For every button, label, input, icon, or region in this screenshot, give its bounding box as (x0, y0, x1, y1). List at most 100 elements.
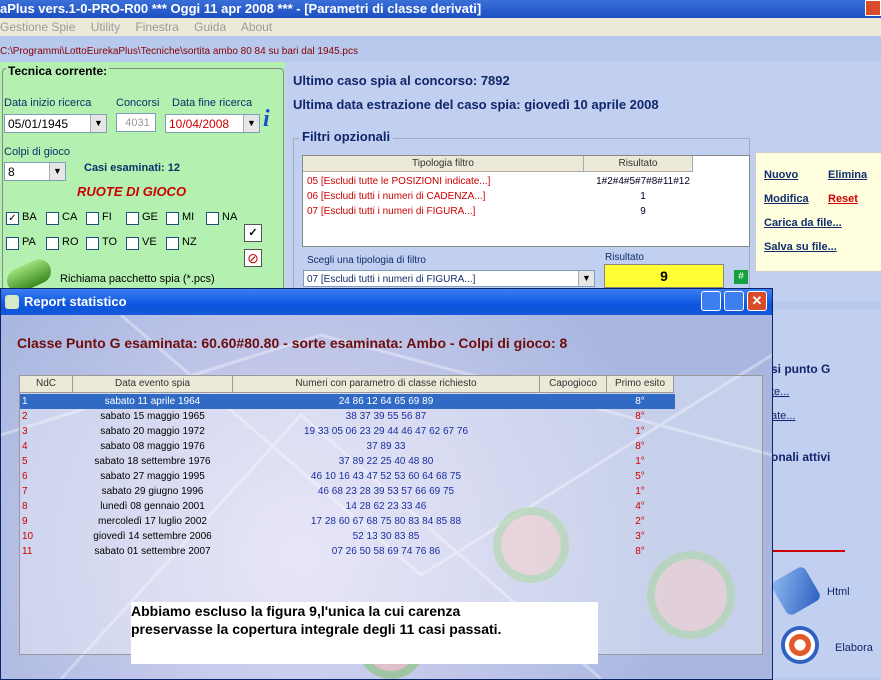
menu-about[interactable]: About (241, 20, 272, 34)
data-fine-label: Data fine ricerca (172, 97, 253, 109)
col-primo-esito[interactable]: Primo esito (607, 376, 674, 393)
ultima-data-text: Ultima data estrazione del caso spia: gi… (293, 97, 659, 112)
elabora-icon[interactable] (781, 626, 819, 664)
actions-panel: Nuovo Elimina Modifica Reset Carica da f… (755, 152, 881, 272)
filtri-heading: Filtri opzionali (299, 129, 394, 144)
cell-esito: 8° (635, 396, 645, 407)
table-row[interactable]: 4 sabato 08 maggio 1976 37 89 33 8° (20, 439, 675, 454)
ultimo-caso-text: Ultimo caso spia al concorso: 7892 (293, 73, 510, 88)
risultato-field[interactable]: 9 (604, 264, 724, 288)
filtro-row-tipo[interactable]: 05 [Escludi tutte le POSIZIONI indicate.… (307, 176, 490, 187)
info-icon[interactable]: i (263, 106, 281, 132)
ruota-label: MI (182, 211, 195, 223)
maximize-button[interactable] (724, 291, 744, 311)
ruota-checkbox-pa[interactable] (6, 237, 19, 250)
nuovo-link[interactable]: Nuovo (764, 169, 798, 181)
cell-data: sabato 01 settembre 2007 (94, 546, 211, 557)
cell-data: sabato 11 aprile 1964 (104, 396, 201, 407)
col-data[interactable]: Data evento spia (73, 376, 233, 393)
elimina-link[interactable]: Elimina (828, 169, 867, 181)
carica-link[interactable]: Carica da file... (764, 217, 842, 229)
cell-data: giovedì 14 settembre 2006 (93, 531, 212, 542)
chevron-down-icon[interactable]: ▼ (90, 115, 106, 132)
cell-numeri: 37 89 22 25 40 48 80 (338, 456, 434, 467)
html-label[interactable]: Html (827, 586, 850, 598)
chevron-down-icon[interactable]: ▼ (578, 271, 594, 286)
menu-finestra[interactable]: Finestra (135, 20, 178, 34)
table-row[interactable]: 9 mercoledì 17 luglio 2002 17 28 60 67 68 … (20, 514, 675, 529)
table-row[interactable]: 1 sabato 11 aprile 1964 24 86 12 64 65 69 … (20, 394, 675, 409)
ruota-checkbox-fi[interactable] (86, 212, 99, 225)
side-link-2[interactable]: ate... (771, 410, 795, 422)
col-risultato: Risultato (584, 156, 693, 172)
data-inizio-combo[interactable]: 05/01/1945 ▼ (4, 114, 107, 133)
table-row[interactable]: 8 lunedì 08 gennaio 2001 14 28 62 23 33 46… (20, 499, 675, 514)
filtro-row-tipo[interactable]: 07 [Escludi tutti i numeri di FIGURA...] (307, 206, 475, 217)
menu-guida[interactable]: Guida (194, 20, 226, 34)
ruota-checkbox-ca[interactable] (46, 212, 59, 225)
data-fine-combo[interactable]: 10/04/2008 ▼ (165, 114, 260, 133)
table-row[interactable]: 10 giovedì 14 settembre 2006 52 13 30 83 8… (20, 529, 675, 544)
scegli-combo[interactable]: 07 [Escludi tutti i numeri di FIGURA...]… (303, 270, 595, 287)
side-link-1[interactable]: te... (771, 386, 789, 398)
ruota-checkbox-ve[interactable] (126, 237, 139, 250)
scegli-label: Scegli una tipologia di filtro (307, 255, 426, 266)
filtro-row-tipo[interactable]: 06 [Escludi tutti i numeri di CADENZA...… (307, 191, 485, 202)
clear-all-icon[interactable]: ⊘ (244, 249, 262, 267)
ruota-label: FI (102, 211, 112, 223)
cell-ndc: 3 (22, 426, 28, 437)
ruota-checkbox-ge[interactable] (126, 212, 139, 225)
table-row[interactable]: 6 sabato 27 maggio 1995 46 10 16 43 47 52 … (20, 469, 675, 484)
table-row[interactable]: 7 sabato 29 giugno 1996 46 68 23 28 39 53 … (20, 484, 675, 499)
data-inizio-label: Data inizio ricerca (4, 97, 92, 109)
table-row[interactable]: 11 sabato 01 settembre 2007 07 26 50 58 69… (20, 544, 675, 559)
filtri-table: Tipologia filtro Risultato 05 [Escludi t… (302, 155, 750, 247)
ruota-label: PA (22, 236, 36, 248)
cell-data: sabato 18 settembre 1976 (94, 456, 211, 467)
ruota-checkbox-to[interactable] (86, 237, 99, 250)
cell-ndc: 4 (22, 441, 28, 452)
hash-button[interactable]: # (734, 270, 748, 284)
app-title: aPlus vers.1-0-PRO-R00 *** Oggi 11 apr 2… (0, 1, 482, 16)
ruota-checkbox-ba[interactable]: ✓ (6, 212, 19, 225)
minimize-button[interactable] (701, 291, 721, 311)
menu-gestione-spie[interactable]: Gestione Spie (0, 20, 75, 34)
ruota-checkbox-mi[interactable] (166, 212, 179, 225)
cell-ndc: 9 (22, 516, 28, 527)
check-all-icon[interactable]: ✓ (244, 224, 262, 242)
reset-link[interactable]: Reset (828, 193, 858, 205)
filtro-row-risultato: 1 (640, 191, 646, 202)
data-inizio-value: 05/01/1945 (8, 117, 69, 131)
ruota-checkbox-ro[interactable] (46, 237, 59, 250)
side-attivi: onali attivi (771, 450, 831, 464)
cell-esito: 8° (635, 546, 645, 557)
ruota-checkbox-na[interactable] (206, 212, 219, 225)
cell-ndc: 2 (22, 411, 28, 422)
richiama-label[interactable]: Richiama pacchetto spia (*.pcs) (60, 273, 215, 285)
modifica-link[interactable]: Modifica (764, 193, 809, 205)
cell-data: lunedì 08 gennaio 2001 (100, 501, 205, 512)
col-capogioco[interactable]: Capogioco (540, 376, 607, 393)
table-row[interactable]: 2 sabato 15 maggio 1965 38 37 39 55 56 87 8… (20, 409, 675, 424)
report-heading: Classe Punto G esaminata: 60.60#80.80 - … (17, 335, 568, 351)
col-ndc[interactable]: NdC (20, 376, 73, 393)
table-row[interactable]: 3 sabato 20 maggio 1972 19 33 05 06 23 29 … (20, 424, 675, 439)
menu-utility[interactable]: Utility (91, 20, 120, 34)
table-row[interactable]: 5 sabato 18 settembre 1976 37 89 22 25 40 … (20, 454, 675, 469)
risultato-label: Risultato (605, 252, 644, 263)
chevron-down-icon[interactable]: ▼ (243, 115, 259, 132)
report-title: Report statistico (24, 294, 127, 309)
chevron-down-icon[interactable]: ▼ (49, 163, 65, 180)
elabora-label[interactable]: Elabora (835, 642, 873, 654)
app-close-button[interactable] (865, 0, 881, 16)
ruota-label: VE (142, 236, 157, 248)
colpi-combo[interactable]: 8 ▼ (4, 162, 66, 181)
cell-ndc: 11 (22, 546, 33, 557)
col-numeri[interactable]: Numeri con parametro di classe richiesto (233, 376, 540, 393)
report-titlebar[interactable]: Report statistico ✕ (1, 289, 772, 315)
ruota-checkbox-nz[interactable] (166, 237, 179, 250)
html-icon[interactable] (770, 565, 822, 617)
salva-link[interactable]: Salva su file... (764, 241, 837, 253)
close-button[interactable]: ✕ (747, 291, 767, 311)
cell-esito: 4° (635, 501, 645, 512)
